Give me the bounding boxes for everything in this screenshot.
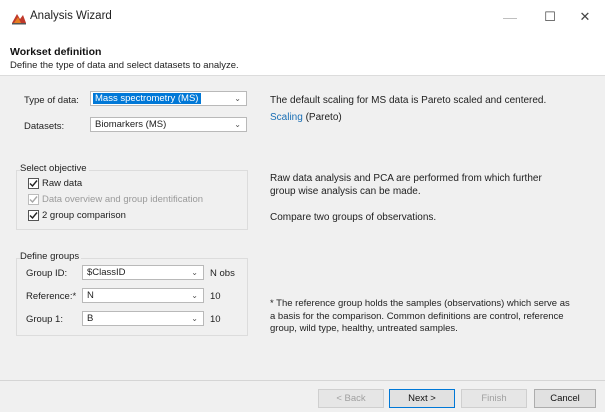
maximize-button[interactable]: ☐: [530, 5, 570, 29]
page-subtitle: Define the type of data and select datas…: [10, 60, 239, 71]
check-icon: [29, 212, 38, 220]
data-overview-checkbox[interactable]: [28, 194, 39, 205]
data-overview-label: Data overview and group identification: [42, 194, 204, 205]
chevron-down-icon: ⌄: [191, 268, 198, 277]
scaling-info: The default scaling for MS data is Paret…: [270, 95, 547, 106]
group-comparison-info: Compare two groups of observations.: [270, 212, 437, 223]
check-icon: [29, 180, 38, 188]
next-button[interactable]: Next >: [389, 389, 455, 408]
group1-label: Group 1:: [26, 314, 63, 325]
cancel-button[interactable]: Cancel: [534, 389, 596, 408]
reference-label: Reference:*: [26, 291, 77, 302]
chevron-down-icon: ⌄: [234, 120, 241, 129]
group1-select[interactable]: B ⌄: [82, 311, 204, 326]
back-button[interactable]: < Back: [318, 389, 384, 408]
group-comparison-checkbox[interactable]: [28, 210, 39, 221]
reference-count: 10: [210, 291, 221, 302]
reference-value: N: [87, 290, 94, 301]
scaling-line: Scaling (Pareto): [270, 112, 342, 123]
group-id-label: Group ID:: [26, 268, 68, 279]
scaling-link[interactable]: Scaling: [270, 112, 303, 123]
minimize-button[interactable]: —: [490, 5, 530, 29]
group-id-suffix: N obs: [210, 268, 235, 279]
app-logo-icon: [11, 11, 27, 25]
type-of-data-value: Mass spectrometry (MS): [93, 93, 202, 104]
page-title: Workset definition: [10, 46, 102, 58]
reference-select[interactable]: N ⌄: [82, 288, 204, 303]
objective-title: Select objective: [20, 163, 89, 174]
type-of-data-select[interactable]: Mass spectrometry (MS) ⌄: [90, 91, 247, 106]
close-button[interactable]: ✕: [565, 5, 605, 29]
raw-data-checkbox[interactable]: [28, 178, 39, 189]
footer-divider: [0, 380, 605, 381]
datasets-value: Biomarkers (MS): [95, 119, 167, 130]
group-id-select[interactable]: $ClassID ⌄: [82, 265, 204, 280]
group-comparison-label: 2 group comparison: [42, 210, 126, 221]
group-id-value: $ClassID: [87, 267, 126, 278]
type-of-data-label: Type of data:: [24, 95, 79, 106]
group1-value: B: [87, 313, 94, 324]
finish-button[interactable]: Finish: [461, 389, 527, 408]
chevron-down-icon: ⌄: [191, 314, 198, 323]
scaling-value: (Pareto): [305, 112, 342, 123]
check-icon: [29, 196, 38, 204]
group1-count: 10: [210, 314, 221, 325]
raw-data-label: Raw data: [42, 178, 83, 189]
reference-note: * The reference group holds the samples …: [270, 298, 570, 334]
chevron-down-icon: ⌄: [191, 291, 198, 300]
window-title: Analysis Wizard: [30, 10, 112, 22]
raw-data-info: Raw data analysis and PCA are performed …: [270, 173, 542, 197]
chevron-down-icon: ⌄: [234, 94, 241, 103]
datasets-label: Datasets:: [24, 121, 65, 132]
define-groups-title: Define groups: [20, 251, 82, 262]
datasets-select[interactable]: Biomarkers (MS) ⌄: [90, 117, 247, 132]
